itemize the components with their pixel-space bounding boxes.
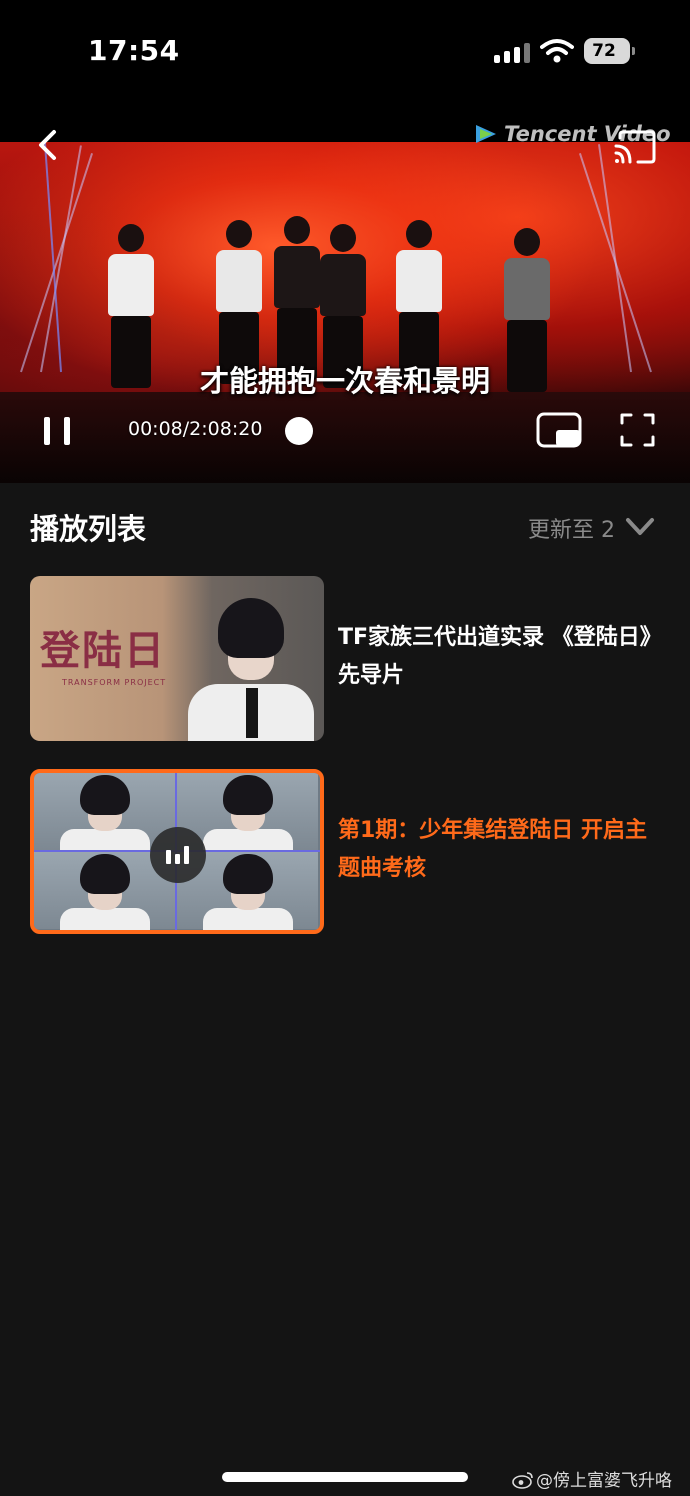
cast-icon[interactable] (614, 130, 656, 164)
battery-indicator: 72 (584, 38, 635, 64)
update-status[interactable]: 更新至 2 (528, 512, 615, 544)
battery-level: 72 (592, 41, 616, 61)
playback-time: 00:08/2:08:20 (128, 418, 263, 440)
episode-thumbnail[interactable]: 登陆日 TRANSFORM PROJECT (30, 576, 324, 741)
thumbnail-logo-text: 登陆日 (40, 627, 166, 674)
status-time: 17:54 (88, 34, 180, 67)
tencent-video-logo-icon (476, 125, 496, 143)
video-player[interactable]: Tencent Video 才能拥抱一次春和景明 00:08/2:08:20 (0, 100, 690, 483)
home-indicator[interactable] (222, 1472, 468, 1482)
wifi-icon (540, 39, 574, 63)
fullscreen-icon[interactable] (620, 412, 656, 448)
watermark: @傍上富婆飞升咯 (512, 1466, 672, 1491)
watermark-text: @傍上富婆飞升咯 (536, 1471, 672, 1491)
status-bar: 17:54 72 (0, 0, 690, 100)
video-subtitle: 才能拥抱一次春和景明 (199, 364, 490, 398)
episode-thumbnail-active[interactable] (30, 769, 324, 934)
progress-slider-handle[interactable] (285, 417, 313, 445)
pause-icon[interactable] (40, 414, 74, 448)
signal-icon (494, 41, 530, 63)
back-icon[interactable] (32, 128, 64, 162)
episode-title-active[interactable]: 第1期：少年集结登陆日 开启主题曲考核 (338, 812, 658, 888)
thumbnail-person (188, 598, 314, 741)
weibo-icon (512, 1472, 533, 1489)
now-playing-icon (150, 827, 206, 883)
episode-title[interactable]: TF家族三代出道实录 《登陆日》先导片 (338, 619, 658, 695)
pip-icon[interactable] (536, 412, 582, 448)
playlist-title: 播放列表 (30, 512, 147, 546)
thumbnail-logo-subtitle: TRANSFORM PROJECT (62, 678, 167, 687)
chevron-down-icon[interactable] (624, 514, 656, 540)
